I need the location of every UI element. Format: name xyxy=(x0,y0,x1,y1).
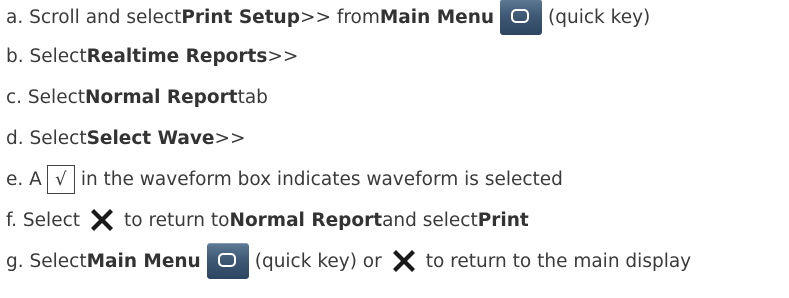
step-a-print-setup: Print Setup xyxy=(181,6,300,28)
step-g: g. Select Main Menu (quick key) or to re… xyxy=(6,243,692,279)
step-c-normal-report: Normal Report xyxy=(85,86,238,108)
close-x-icon xyxy=(91,209,113,231)
step-b-realtime-reports: Realtime Reports xyxy=(86,45,268,67)
step-c-prefix: c. Select xyxy=(6,86,86,108)
instruction-steps: a. Scroll and select Print Setup >> from… xyxy=(0,0,789,298)
step-a-prefix: a. Scroll and select xyxy=(6,6,182,28)
step-f: f. Select to return to Normal Report and… xyxy=(6,203,529,237)
step-f-mid2: and select xyxy=(382,209,478,231)
step-d-select-wave: Select Wave xyxy=(86,127,215,149)
step-f-normal-report: Normal Report xyxy=(229,209,383,231)
step-a-mid: >> from xyxy=(299,6,380,28)
step-g-suffix: to return to the main display xyxy=(425,250,692,272)
step-d: d. Select Select Wave >> xyxy=(6,121,245,155)
step-b-suffix: >> xyxy=(267,45,299,67)
step-d-prefix: d. Select xyxy=(6,127,87,149)
checkmark-box-icon: √ xyxy=(46,164,75,194)
step-g-prefix: g. Select xyxy=(6,250,87,272)
step-a-suffix: (quick key) xyxy=(548,6,651,28)
main-menu-key-icon xyxy=(206,243,249,279)
step-f-print: Print xyxy=(477,209,529,231)
step-e-prefix: e. A xyxy=(6,168,42,190)
close-x-icon xyxy=(392,250,415,272)
step-c: c. Select Normal Report tab xyxy=(6,80,268,114)
main-menu-key-icon xyxy=(500,0,543,35)
step-a-main-menu: Main Menu xyxy=(379,6,495,28)
step-g-main-menu: Main Menu xyxy=(86,250,201,272)
step-e-suffix: in the waveform box indicates waveform i… xyxy=(80,168,563,190)
step-e: e. A √ in the waveform box indicates wav… xyxy=(6,162,563,196)
step-d-suffix: >> xyxy=(214,127,246,149)
step-g-mid: (quick key) or xyxy=(254,250,382,272)
step-b-prefix: b. Select xyxy=(6,45,87,67)
step-c-suffix: tab xyxy=(237,86,268,108)
step-b: b. Select Realtime Reports >> xyxy=(6,39,298,73)
step-f-mid: to return to xyxy=(124,209,230,231)
step-f-prefix: f. Select xyxy=(6,209,80,231)
step-a: a. Scroll and select Print Setup >> from… xyxy=(6,0,651,35)
